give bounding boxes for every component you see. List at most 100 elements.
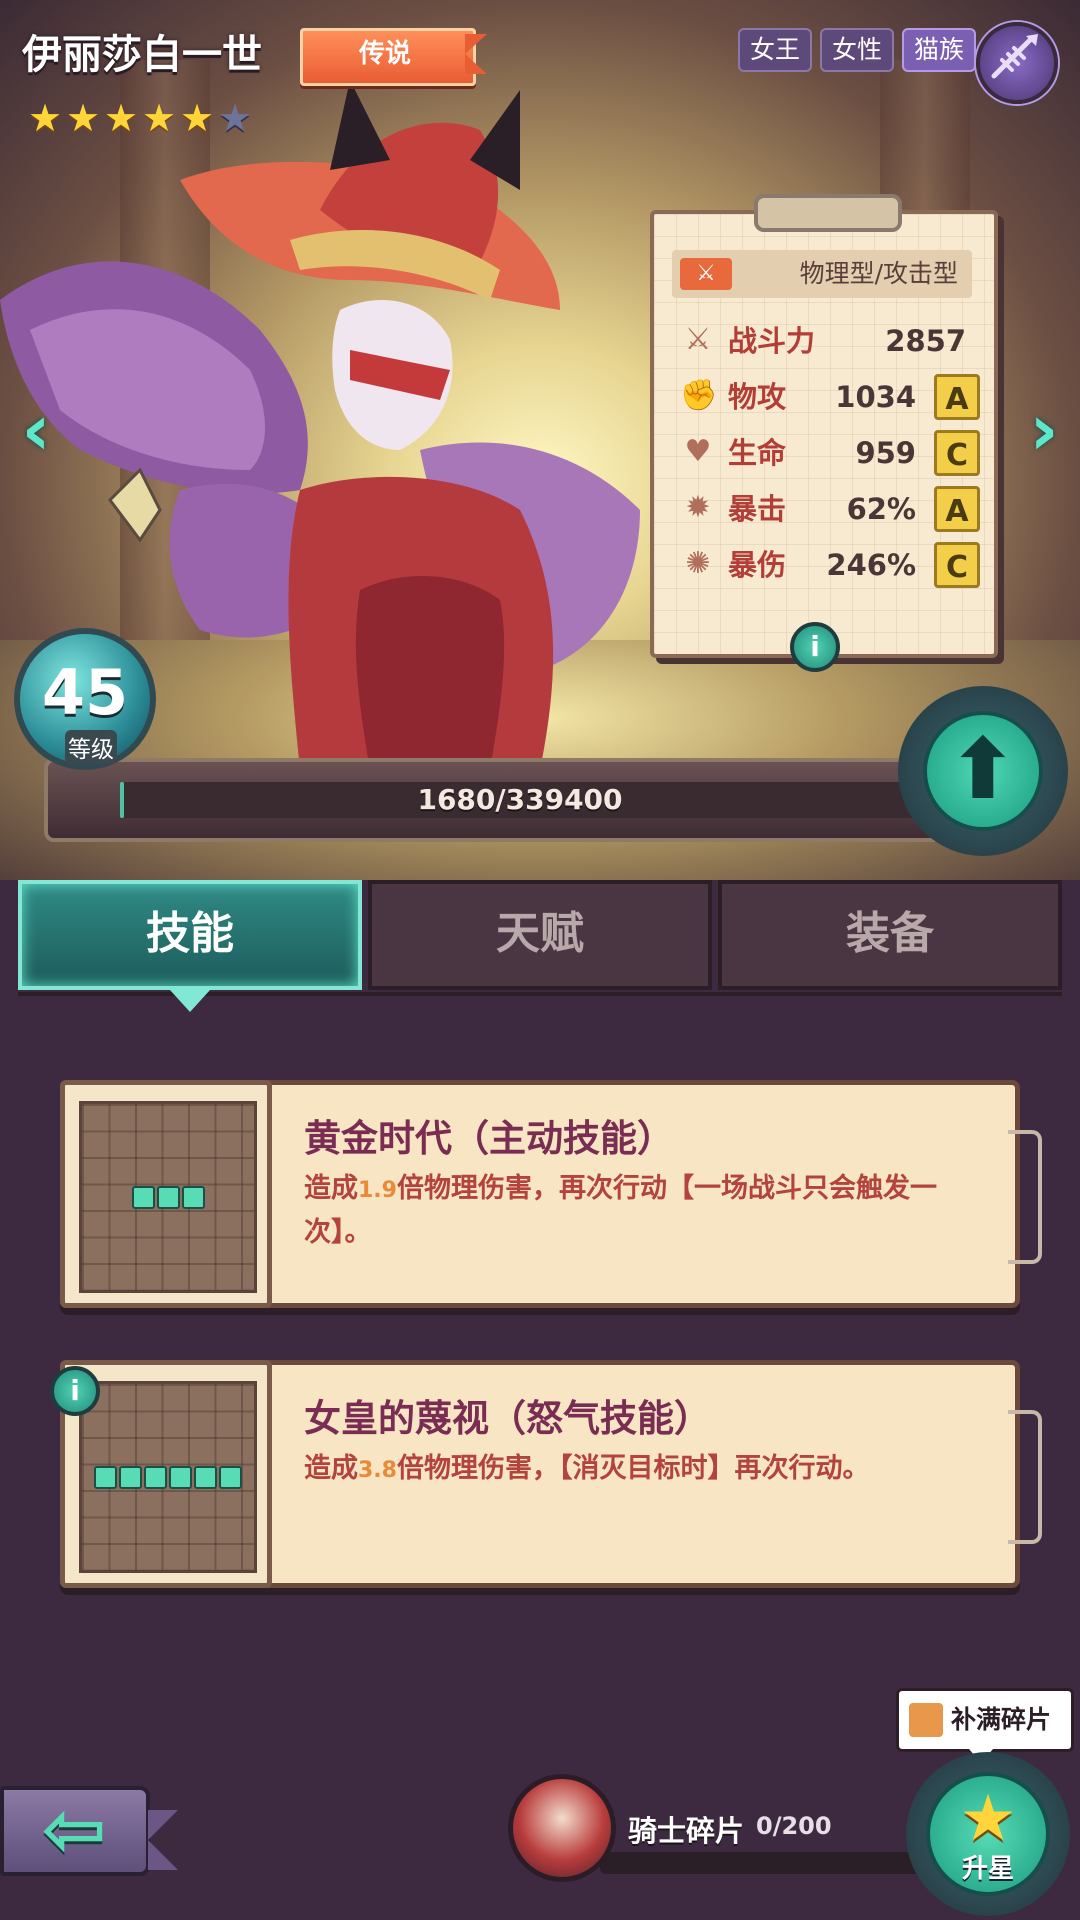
crossed-swords-icon: ⚔ — [684, 322, 712, 357]
tag-race: 猫族 — [901, 28, 976, 72]
skill-title: 女皇的蔑视（怒气技能） — [304, 1397, 711, 1440]
back-button[interactable]: ⇦ — [0, 1776, 220, 1886]
hero-type-label: 物理型/攻击型 — [799, 259, 958, 288]
stat-value: 246% — [826, 548, 916, 582]
stat-label: 暴击 — [728, 492, 787, 526]
skill-block — [156, 1186, 180, 1209]
skill-info-icon[interactable]: i — [50, 1366, 100, 1416]
star-empty-icon: ★ — [218, 96, 253, 140]
star-filled-icon: ★ — [66, 96, 101, 140]
stat-grade: C — [934, 542, 980, 588]
skill-description: 造成3.8倍物理伤害，【消灭目标时】再次行动。 — [304, 1448, 994, 1492]
stat-value: 2857 — [885, 324, 966, 358]
card-clip — [1008, 1130, 1042, 1264]
stat-label: 物攻 — [728, 380, 787, 414]
star-up-button[interactable]: ★ 升星 — [906, 1752, 1070, 1916]
tab-equipment[interactable]: 装备 — [718, 880, 1062, 990]
star-up-label: 升星 — [961, 1854, 1014, 1884]
star-filled-icon: ★ — [142, 96, 177, 140]
hero-tags: 女王 女性 猫族 — [737, 28, 976, 72]
skill-block — [219, 1466, 242, 1489]
skill-shape-grid — [79, 1101, 257, 1293]
skill-block — [144, 1466, 167, 1489]
stat-value: 959 — [855, 436, 916, 470]
prev-hero-arrow-icon[interactable]: ‹ — [16, 395, 56, 465]
shard-label: 骑士碎片 — [628, 1814, 745, 1848]
desc-multiplier: 3.8 — [358, 1458, 397, 1483]
stat-label: 暴伤 — [728, 548, 787, 582]
tab-talent[interactable]: 天赋 — [368, 880, 712, 990]
rarity-badge: 传说 — [300, 28, 520, 86]
star-icon: ★ — [959, 1782, 1017, 1856]
star-filled-icon: ★ — [104, 96, 139, 140]
skill-title: 黄金时代（主动技能） — [304, 1117, 674, 1160]
up-arrow-icon: ⬆ — [923, 711, 1043, 831]
skill-description: 造成1.9倍物理伤害，再次行动【一场战斗只会触发一次】。 — [304, 1168, 994, 1254]
star-rating: ★ ★ ★ ★ ★ ★ — [28, 96, 254, 140]
tag-female: 女性 — [819, 28, 894, 72]
skill-card-active[interactable]: 黄金时代（主动技能） 造成1.9倍物理伤害，再次行动【一场战斗只会触发一次】。 — [60, 1080, 1042, 1308]
hero-shard-avatar[interactable] — [508, 1774, 616, 1882]
rarity-label: 传说 — [358, 39, 411, 69]
skill-shape-frame — [60, 1080, 272, 1308]
desc-text: 倍物理伤害，【消灭目标时】再次行动。 — [396, 1453, 870, 1484]
heart-icon: ♥ — [684, 434, 712, 469]
level-label: 等级 — [65, 730, 117, 764]
stats-board: ⚔ 物理型/攻击型 ⚔ 战斗力 2857 ✊ 物攻 1034 A ♥ 生命 95… — [650, 194, 998, 658]
skill-shape-blocks — [82, 1186, 254, 1209]
skill-shape-grid — [79, 1381, 257, 1573]
exp-bar-frame: 1680/339400 — [44, 758, 944, 842]
desc-text: 造成 — [304, 1453, 358, 1484]
exp-text: 1680/339400 — [417, 783, 623, 816]
stat-grade: A — [934, 486, 980, 532]
sword-icon: ⚔ — [680, 258, 732, 290]
stat-row-attack: ✊ 物攻 1034 A — [680, 372, 980, 422]
card-clip — [1008, 1410, 1042, 1544]
crit-icon: ✹ — [685, 490, 711, 525]
level-up-button[interactable]: ⬆ — [898, 686, 1068, 856]
tab-skills[interactable]: 技能 — [18, 880, 362, 990]
skill-card-rage[interactable]: 女皇的蔑视（怒气技能） 造成3.8倍物理伤害，【消灭目标时】再次行动。 — [60, 1360, 1042, 1588]
star-filled-icon: ★ — [180, 96, 215, 140]
skill-block — [119, 1466, 142, 1489]
stat-row-hp: ♥ 生命 959 C — [680, 428, 980, 478]
stat-grade: C — [934, 430, 980, 476]
stat-value: 1034 — [835, 380, 916, 414]
shard-count: 0/200 — [756, 1812, 832, 1840]
fish-bone-icon[interactable] — [976, 22, 1058, 104]
desc-text: 造成 — [304, 1173, 358, 1204]
skill-block — [94, 1466, 117, 1489]
back-button-ribbon — [148, 1810, 178, 1870]
stat-row-crit: ✹ 暴击 62% A — [680, 484, 980, 534]
fill-shards-label: 补满碎片 — [951, 1705, 1052, 1734]
desc-multiplier: 1.9 — [358, 1178, 397, 1203]
exp-bar: 1680/339400 — [120, 782, 920, 818]
tag-queen: 女王 — [737, 28, 812, 72]
skill-block — [181, 1186, 205, 1209]
skill-block — [194, 1466, 217, 1489]
splash-icon: ✺ — [685, 546, 711, 581]
stat-grade: A — [934, 374, 980, 420]
hero-name: 伊丽莎白一世 — [22, 32, 262, 78]
level-value: 45 — [41, 656, 129, 729]
stat-label: 生命 — [728, 436, 787, 470]
fist-icon: ✊ — [680, 378, 718, 413]
stat-row-critdmg: ✺ 暴伤 246% C — [680, 540, 980, 590]
skill-block — [131, 1186, 155, 1209]
desc-text: 倍物理伤害，再次行动【一场战斗只会触发一次】。 — [304, 1173, 937, 1248]
board-clip — [754, 194, 902, 232]
active-tab-pointer — [170, 990, 210, 1012]
skill-shape-blocks — [82, 1466, 254, 1489]
stats-info-icon[interactable]: i — [790, 622, 840, 672]
star-filled-icon: ★ — [28, 96, 63, 140]
fill-shards-tooltip[interactable]: 补满碎片 — [896, 1688, 1074, 1763]
skill-block — [169, 1466, 192, 1489]
stat-label: 战斗力 — [728, 324, 816, 358]
stat-value: 62% — [846, 492, 916, 526]
hero-type-row: ⚔ 物理型/攻击型 — [672, 250, 972, 298]
stat-row-power: ⚔ 战斗力 2857 — [680, 316, 980, 366]
detail-tabs: 技能 天赋 装备 — [18, 880, 1062, 990]
next-hero-arrow-icon[interactable]: › — [1024, 395, 1064, 465]
back-arrow-icon: ⇦ — [41, 1785, 107, 1875]
puzzle-piece-icon — [909, 1703, 943, 1737]
